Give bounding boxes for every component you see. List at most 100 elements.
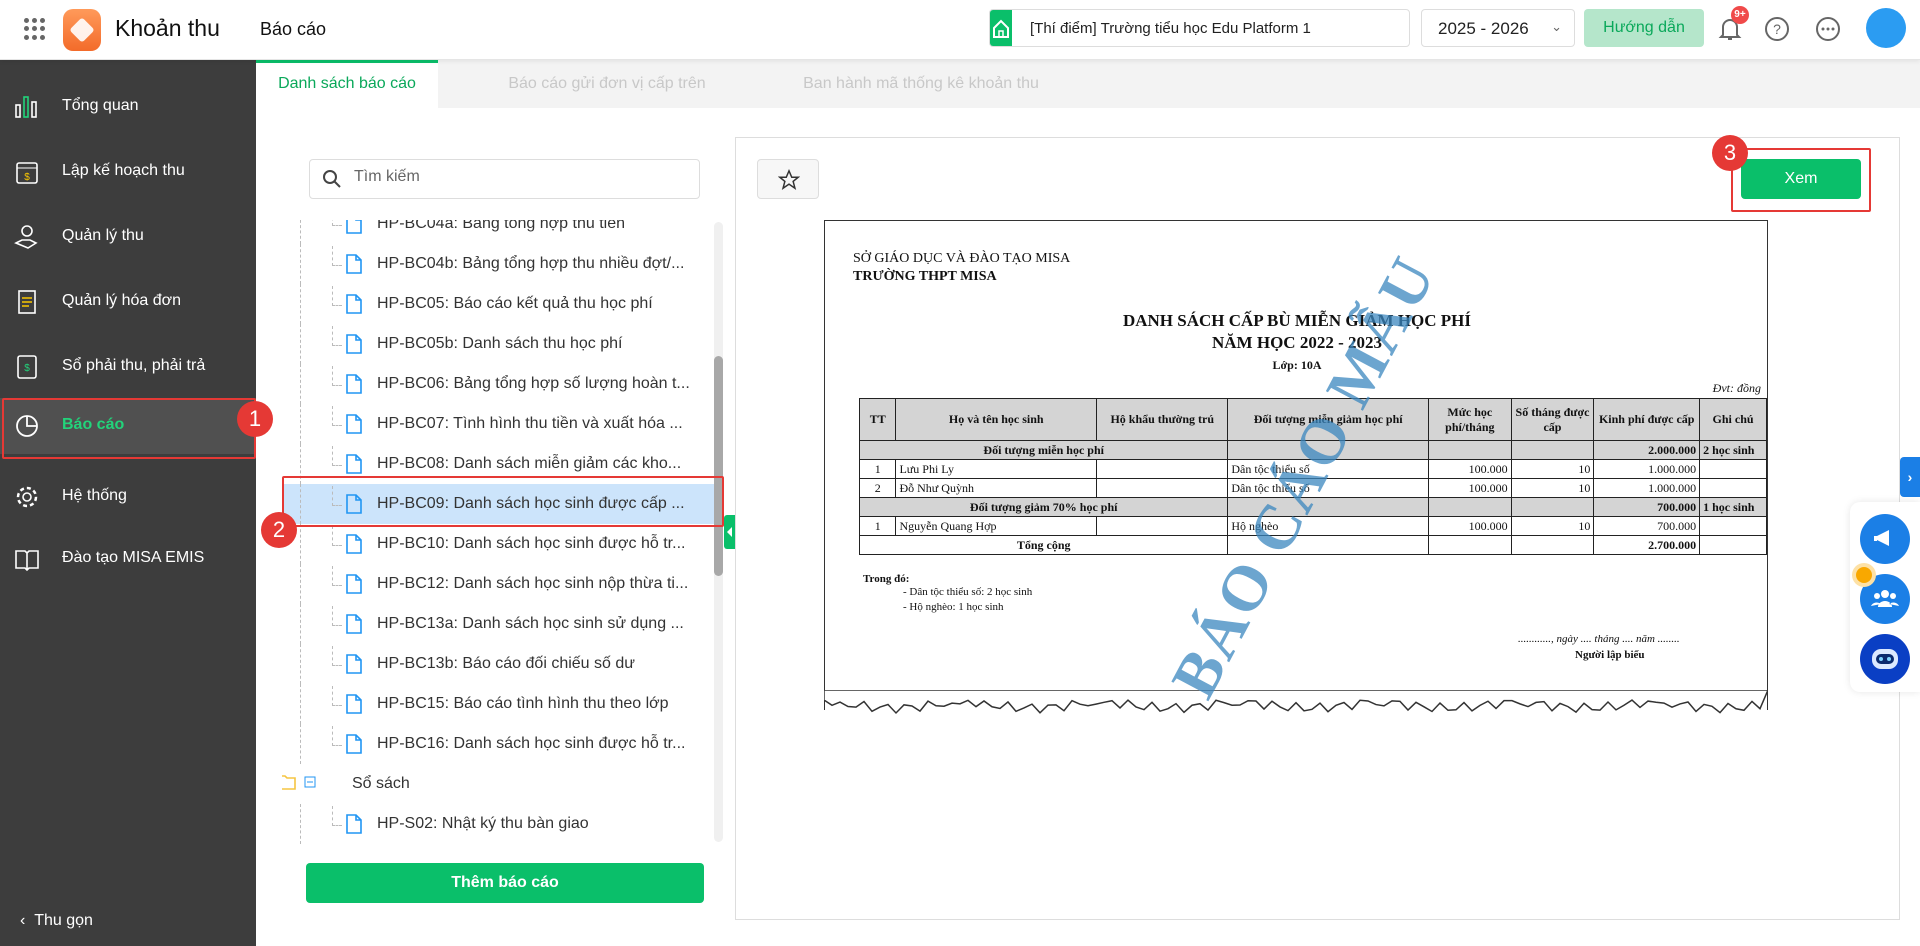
report-class: Lớp: 10A [1272, 358, 1322, 372]
tree-folder[interactable]: Sổ sách [282, 764, 722, 804]
expand-panel-button[interactable]: › [1900, 457, 1920, 497]
view-button[interactable]: Xem [1741, 159, 1861, 199]
tree-item-label: HP-BC08: Danh sách miễn giảm các kho... [377, 455, 682, 472]
search-icon [323, 170, 341, 188]
collapse-button[interactable]: ‹ Thu gọn [20, 912, 93, 930]
file-icon [346, 574, 362, 594]
note-item: - Hộ nghèo: 1 học sinh [903, 601, 1004, 613]
file-icon [346, 534, 362, 554]
sidebar-item-label: Tổng quan [62, 97, 139, 114]
guide-button[interactable]: Hướng dẫn [1584, 9, 1704, 47]
search-box[interactable] [309, 159, 700, 199]
sidebar-item-7[interactable]: Đào tạo MISA EMIS [0, 531, 256, 587]
more-icon[interactable] [1813, 14, 1843, 44]
tree-item[interactable]: HP-BC05: Báo cáo kết quả thu học phí [282, 284, 722, 324]
tab-bar: Danh sách báo cáo Báo cáo gửi đơn vị cấp… [256, 60, 1920, 108]
top-header: Khoản thu Báo cáo [Thí điểm] Trường tiểu… [0, 0, 1920, 60]
group-name: Đối tượng miễn học phí [858, 440, 1229, 460]
highlight-box-2 [282, 476, 724, 527]
torn-edge [824, 690, 1768, 715]
year-value: 2025 - 2026 [1438, 19, 1529, 38]
sidebar-item-3[interactable]: Quản lý hóa đơn [0, 274, 256, 330]
app-grid-icon[interactable] [24, 18, 46, 40]
tab-report-list[interactable]: Danh sách báo cáo [256, 60, 438, 108]
tree-item-label: HP-BC13a: Danh sách học sinh sử dụng ... [377, 615, 684, 632]
file-icon [346, 334, 362, 354]
sidebar-item-1[interactable]: $ Lập kế hoạch thu [0, 144, 256, 200]
school-selector[interactable]: [Thí điểm] Trường tiểu học Edu Platform … [989, 9, 1410, 47]
table-cell: 2 [858, 478, 897, 498]
folder-icon [282, 775, 296, 790]
notification-badge: 9+ [1731, 6, 1749, 24]
report-tree: HP-BC04a: Bảng tổng hợp thu tiền HP-BC04b… [282, 220, 722, 844]
table-cell: 100.000 [1427, 516, 1512, 536]
tab-stat-codes[interactable]: Ban hành mã thống kê khoản thu [776, 60, 1066, 108]
notes-title: Trong đó: [863, 573, 910, 585]
report-title: DANH SÁCH CẤP BÙ MIỄN GIẢM HỌC PHÍ [1122, 311, 1472, 330]
tree-scrollbar[interactable] [714, 222, 723, 842]
group-note: 1 học sinh [1699, 497, 1767, 517]
money-hand-icon [14, 225, 38, 249]
tree-item-label: HP-BC10: Danh sách học sinh được hỗ tr..… [377, 535, 686, 552]
tree-item-label: HP-BC15: Báo cáo tình hình thu theo lớp [377, 695, 669, 712]
book-icon [15, 550, 39, 572]
avatar[interactable] [1866, 8, 1906, 48]
tree-item[interactable]: HP-BC07: Tình hình thu tiền và xuất hóa … [282, 404, 722, 444]
help-icon[interactable]: ? [1762, 14, 1792, 44]
table-cell: 1.000.000 [1593, 459, 1701, 479]
table-cell [1699, 478, 1767, 498]
tree-item[interactable]: HP-BC15: Báo cáo tình hình thu theo lớp [282, 684, 722, 724]
column-header: Ghi chú [1699, 398, 1767, 441]
file-icon [346, 814, 362, 834]
table-cell: 1 [858, 459, 897, 479]
sidebar-item-6[interactable]: Hệ thống [0, 469, 256, 525]
notification-dot [1856, 567, 1872, 583]
tree-item[interactable]: HP-S02: Nhật ký thu bàn giao [282, 804, 722, 844]
table-cell [1096, 478, 1229, 498]
tree-item[interactable]: HP-BC12: Danh sách học sinh nộp thừa ti.… [282, 564, 722, 604]
chatbot-icon[interactable] [1860, 634, 1910, 684]
tree-item[interactable]: HP-BC06: Bảng tổng hợp số lượng hoàn t..… [282, 364, 722, 404]
search-input[interactable] [354, 168, 684, 186]
file-icon [346, 294, 362, 314]
group-total: 2.000.000 [1593, 440, 1701, 460]
school-name: [Thí điểm] Trường tiểu học Edu Platform … [1030, 20, 1311, 37]
file-icon [346, 414, 362, 434]
file-icon [346, 454, 362, 474]
report-org: SỞ GIÁO DỤC VÀ ĐÀO TẠO MISA [853, 251, 1071, 266]
table-cell: Nguyễn Quang Hợp [895, 516, 1098, 536]
collapse-minus-icon[interactable] [304, 776, 316, 788]
report-unit: Đvt: đồng [1712, 381, 1761, 395]
tree-item[interactable]: HP-BC04b: Bảng tổng hợp thu nhiều đợt/..… [282, 244, 722, 284]
sidebar-item-label: Sổ phải thu, phải trả [62, 357, 206, 374]
tree-item[interactable]: HP-BC05b: Danh sách thu học phí [282, 324, 722, 364]
home-icon [990, 10, 1012, 46]
tree-item[interactable]: HP-BC13a: Danh sách học sinh sử dụng ... [282, 604, 722, 644]
tree-item-label: HP-BC04b: Bảng tổng hợp thu nhiều đợt/..… [377, 255, 685, 272]
tree-item[interactable]: HP-BC16: Danh sách học sinh được hỗ tr..… [282, 724, 722, 764]
megaphone-icon[interactable] [1860, 514, 1910, 564]
tree-item[interactable]: HP-BC10: Danh sách học sinh được hỗ tr..… [282, 524, 722, 564]
sidebar-item-label: Lập kế hoạch thu [62, 162, 185, 179]
file-icon [346, 694, 362, 714]
sidebar-item-0[interactable]: Tổng quan [0, 79, 256, 135]
tree-item[interactable]: HP-BC13b: Báo cáo đối chiếu số dư [282, 644, 722, 684]
column-header: Kinh phí được cấp [1593, 398, 1701, 441]
sidebar-item-4[interactable]: $ Sổ phải thu, phải trả [0, 339, 256, 395]
table-cell [1096, 516, 1229, 536]
add-report-button[interactable]: Thêm báo cáo [306, 863, 704, 903]
tree-item[interactable]: HP-BC04a: Bảng tổng hợp thu tiền [282, 220, 722, 244]
table-cell [1699, 459, 1767, 479]
collapse-label: Thu gọn [34, 912, 93, 929]
file-icon [346, 614, 362, 634]
column-header: Mức học phí/tháng [1427, 398, 1512, 441]
scrollbar-thumb[interactable] [714, 356, 723, 576]
favorite-button[interactable] [757, 159, 819, 199]
year-select[interactable]: 2025 - 2026 ⌄ [1421, 9, 1575, 47]
column-header: Hộ khẩu thường trú [1096, 398, 1229, 441]
tab-report-upper[interactable]: Báo cáo gửi đơn vị cấp trên [492, 60, 722, 108]
sidebar-item-2[interactable]: Quản lý thu [0, 209, 256, 265]
table-cell: 10 [1510, 478, 1595, 498]
chevron-left-icon: ‹ [20, 912, 26, 929]
column-header: TT [858, 398, 897, 441]
